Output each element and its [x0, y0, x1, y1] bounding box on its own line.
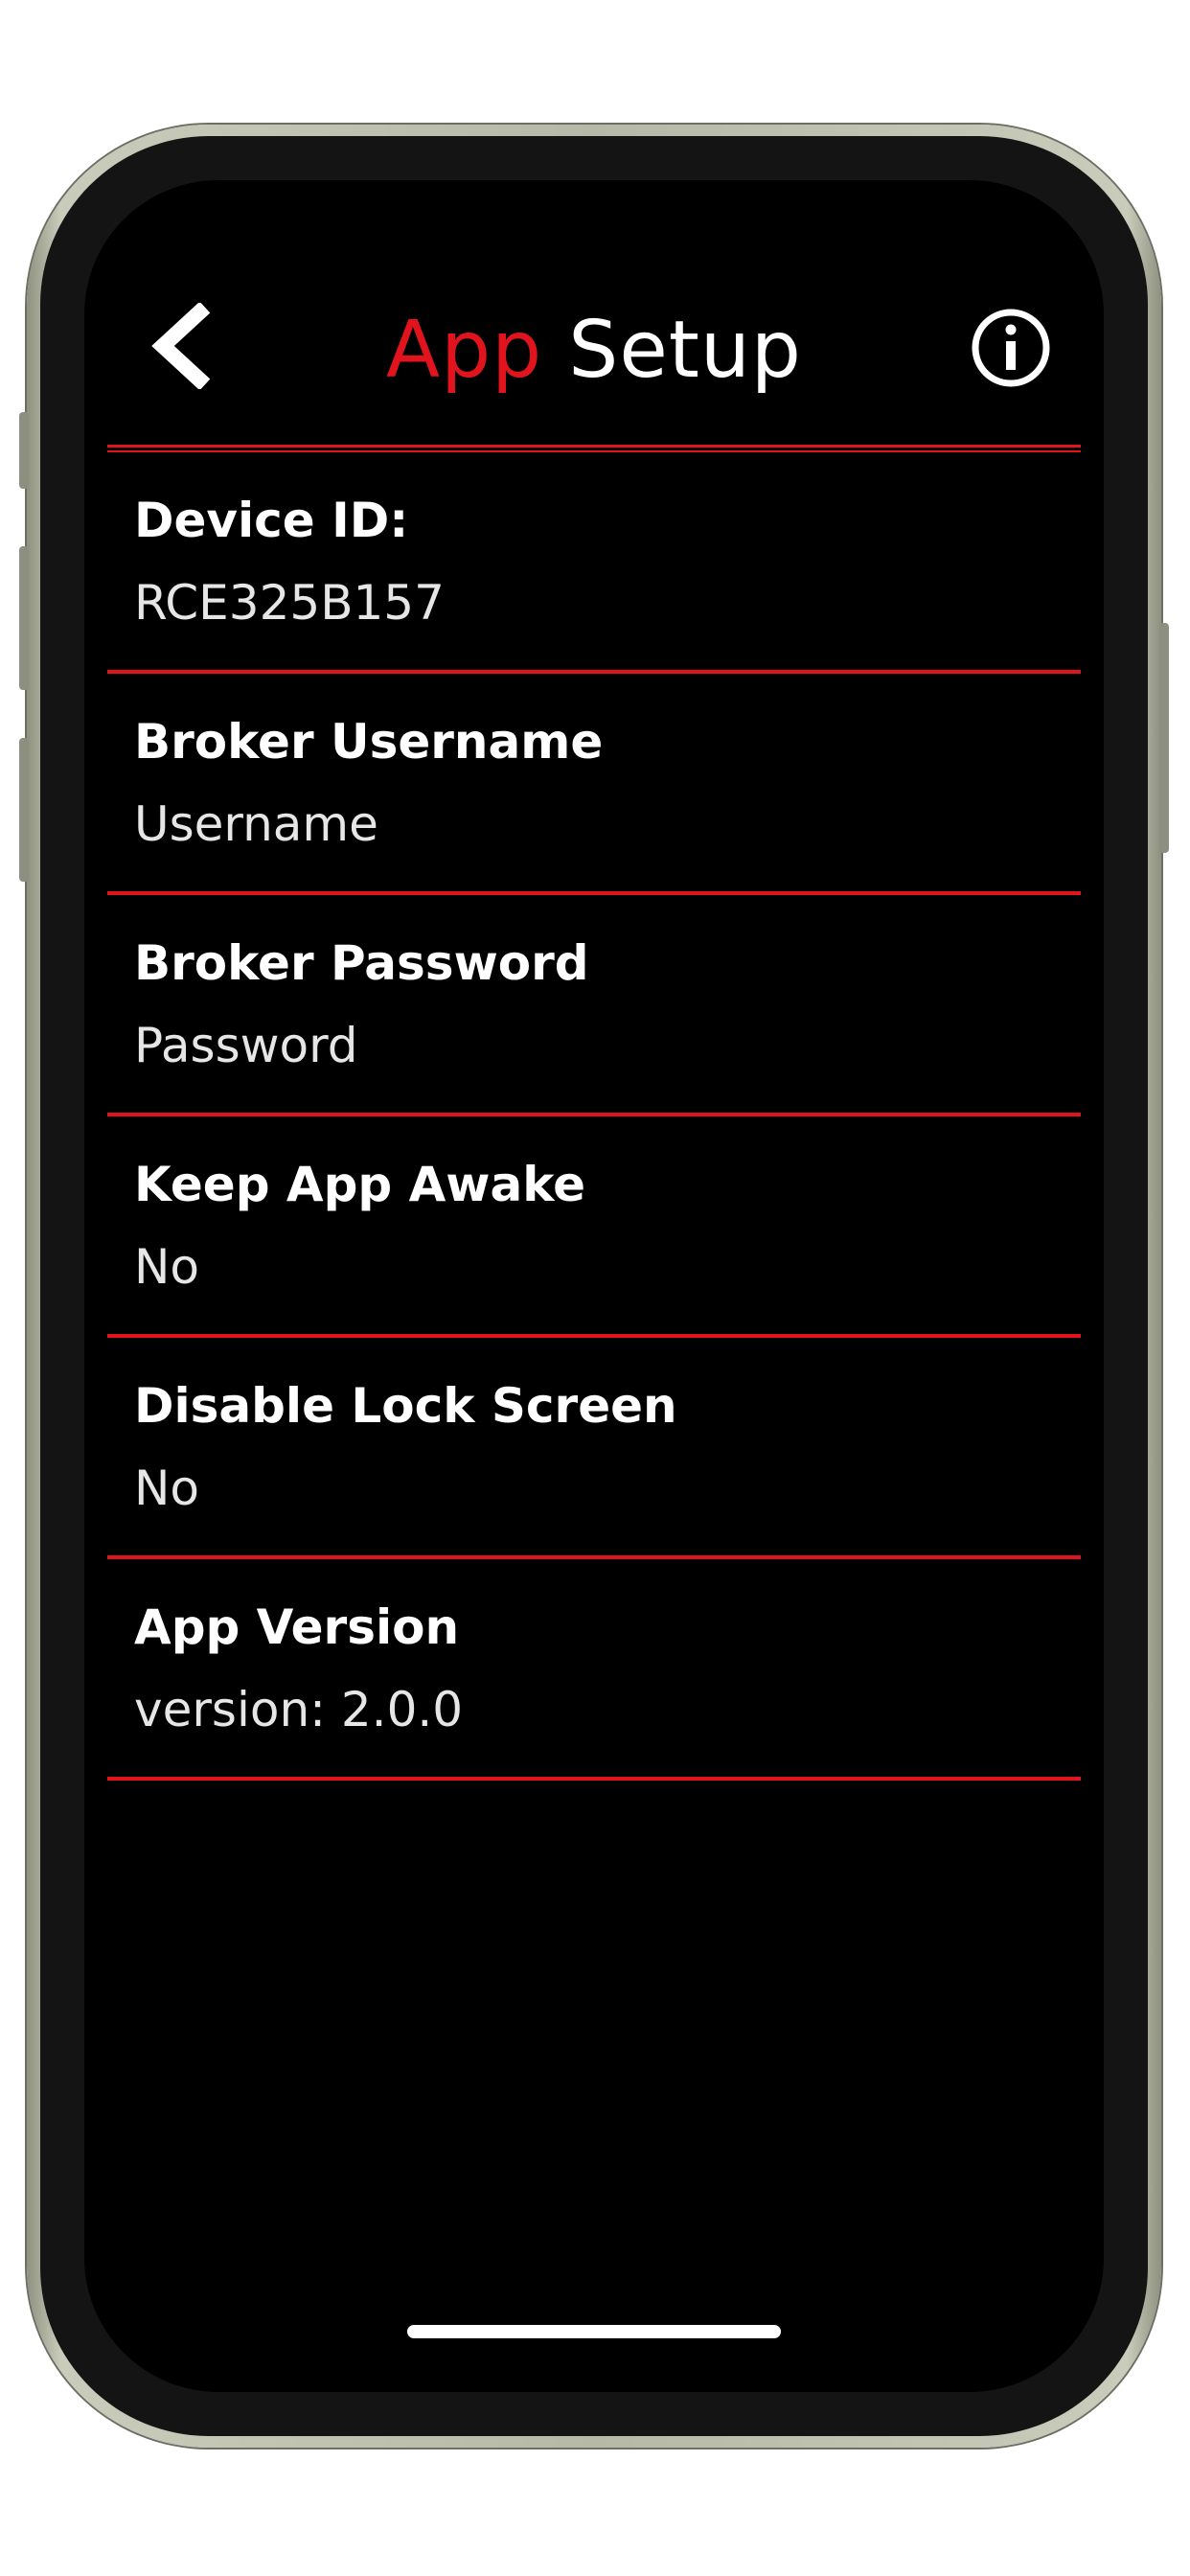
setting-broker-username[interactable]: Broker Username Username	[107, 674, 1081, 895]
setting-value: No	[134, 1239, 199, 1295]
setting-label: Broker Username	[134, 714, 604, 770]
setting-label: Device ID:	[134, 493, 409, 548]
app-header: App Setup	[84, 180, 1104, 466]
setting-keep-app-awake[interactable]: Keep App Awake No	[107, 1116, 1081, 1338]
info-circle-icon	[972, 309, 1050, 387]
page-title: App Setup	[84, 303, 1104, 399]
setting-label: Keep App Awake	[134, 1157, 586, 1212]
setting-app-version: App Version version: 2.0.0	[107, 1559, 1081, 1781]
app-screen: App Setup Device ID: RCE325B157 Broker U…	[84, 180, 1104, 2392]
setting-value: Username	[134, 796, 378, 852]
setting-value: No	[134, 1460, 199, 1516]
mute-switch	[19, 412, 29, 489]
setting-label: App Version	[134, 1599, 460, 1655]
info-button[interactable]	[970, 307, 1052, 389]
header-divider	[107, 445, 1081, 452]
settings-list: Device ID: RCE325B157 Broker Username Us…	[107, 452, 1081, 1781]
title-rest: Setup	[542, 305, 802, 396]
setting-device-id[interactable]: Device ID: RCE325B157	[107, 452, 1081, 674]
phone-bezel: App Setup Device ID: RCE325B157 Broker U…	[40, 136, 1148, 2436]
phone-frame: App Setup Device ID: RCE325B157 Broker U…	[19, 125, 1169, 2448]
volume-down-button	[19, 738, 29, 882]
title-accent: App	[386, 305, 543, 396]
power-button	[1159, 623, 1169, 853]
setting-broker-password[interactable]: Broker Password Password	[107, 895, 1081, 1116]
setting-value: Password	[134, 1018, 358, 1073]
setting-value: version: 2.0.0	[134, 1682, 464, 1737]
setting-label: Disable Lock Screen	[134, 1378, 677, 1434]
volume-up-button	[19, 546, 29, 690]
setting-value: RCE325B157	[134, 575, 445, 631]
home-indicator[interactable]	[407, 2325, 781, 2338]
setting-disable-lock-screen[interactable]: Disable Lock Screen No	[107, 1338, 1081, 1559]
setting-label: Broker Password	[134, 935, 589, 991]
